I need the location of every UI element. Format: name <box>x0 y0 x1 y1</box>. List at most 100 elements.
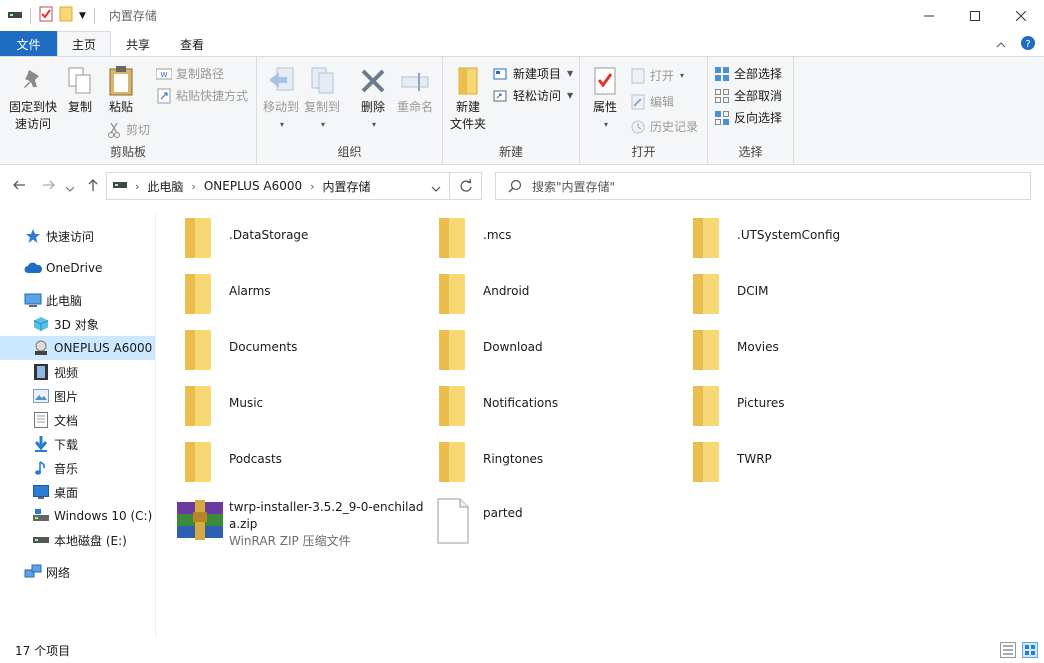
paste-button[interactable]: 粘贴 <box>104 63 138 116</box>
new-item-button[interactable]: 新建项目 ▼ <box>493 65 573 82</box>
easy-access-icon <box>493 88 509 104</box>
breadcrumb-internal-storage[interactable]: 内置存储 <box>323 178 371 195</box>
select-all-button[interactable]: 全部选择 <box>714 65 782 82</box>
close-icon <box>1016 10 1026 21</box>
sidebar-item-quick-access[interactable]: 快速访问 <box>0 224 155 248</box>
rename-icon <box>399 63 431 99</box>
list-item[interactable]: .UTSystemConfig <box>690 216 840 260</box>
search-input[interactable]: 搜索"内置存储" <box>495 172 1031 200</box>
tab-share[interactable]: 共享 <box>111 31 165 57</box>
svg-text:W: W <box>161 71 168 79</box>
recent-locations-button[interactable] <box>65 180 75 196</box>
list-item[interactable]: Movies <box>690 328 779 372</box>
folder-icon <box>185 386 211 426</box>
copy-button[interactable]: 复制 <box>63 63 97 116</box>
drive-icon[interactable] <box>8 9 22 23</box>
open-button[interactable]: 打开 ▾ <box>630 67 684 84</box>
copy-to-button[interactable]: 复制到 ▾ <box>302 63 342 133</box>
cut-button[interactable]: 剪切 <box>106 121 150 138</box>
sidebar-item-onedrive[interactable]: OneDrive <box>0 256 155 280</box>
item-count: 17 个项目 <box>15 644 71 658</box>
pin-quick-access-button[interactable]: 固定到快 速访问 <box>6 63 60 133</box>
help-icon[interactable]: ? <box>1020 35 1036 54</box>
address-dropdown-button[interactable] <box>431 182 441 196</box>
maximize-button[interactable] <box>952 0 998 31</box>
list-item[interactable]: .DataStorage <box>182 216 308 260</box>
sidebar-item-documents[interactable]: 文档 <box>0 408 155 432</box>
forward-button[interactable] <box>42 178 56 196</box>
sidebar-item-drive-c[interactable]: Windows 10 (C:) <box>0 504 155 528</box>
close-button[interactable] <box>998 0 1044 31</box>
sidebar-item-network[interactable]: 网络 <box>0 560 155 584</box>
address-bar[interactable]: › 此电脑 › ONEPLUS A6000 › 内置存储 <box>106 172 450 200</box>
history-button[interactable]: 历史记录 <box>630 118 698 135</box>
properties-icon[interactable] <box>39 6 53 25</box>
breadcrumb-device[interactable]: ONEPLUS A6000 <box>204 179 302 193</box>
folder-icon <box>185 442 211 482</box>
sidebar-item-downloads[interactable]: 下载 <box>0 432 155 456</box>
sidebar-item-drive-e[interactable]: 本地磁盘 (E:) <box>0 528 155 552</box>
large-icons-view-button[interactable] <box>1022 642 1038 661</box>
list-item[interactable]: parted <box>436 498 523 544</box>
quick-access-toolbar: ▼ 内置存储 <box>0 0 157 31</box>
sidebar-item-music[interactable]: 音乐 <box>0 456 155 480</box>
customize-dropdown-icon[interactable]: ▼ <box>79 11 86 21</box>
list-item[interactable]: Music <box>182 384 263 428</box>
copy-path-icon: W <box>156 66 172 82</box>
list-item[interactable]: Podcasts <box>182 440 282 484</box>
collapse-ribbon-icon[interactable] <box>996 38 1006 52</box>
invert-selection-button[interactable]: 反向选择 <box>714 109 782 126</box>
new-folder-button[interactable]: 新建 文件夹 <box>448 63 488 133</box>
copy-to-icon <box>306 63 338 99</box>
list-item[interactable]: Ringtones <box>436 440 543 484</box>
picture-icon <box>32 387 50 405</box>
list-item[interactable]: Alarms <box>182 272 271 316</box>
list-item[interactable]: Pictures <box>690 384 785 428</box>
chevron-right-icon[interactable]: › <box>310 180 314 193</box>
organize-group: 移动到 ▾ 复制到 ▾ 删除 ▾ 重命名 组织 <box>257 57 443 164</box>
details-view-button[interactable] <box>1000 642 1016 661</box>
sidebar-item-this-pc[interactable]: 此电脑 <box>0 288 155 312</box>
list-item[interactable]: .mcs <box>436 216 511 260</box>
paste-shortcut-button[interactable]: 粘贴快捷方式 <box>156 87 248 104</box>
list-item[interactable]: Download <box>436 328 543 372</box>
new-folder-icon[interactable] <box>59 6 73 25</box>
tab-view[interactable]: 查看 <box>165 31 219 57</box>
refresh-button[interactable] <box>450 172 482 200</box>
up-button[interactable] <box>86 178 100 196</box>
properties-button[interactable]: 属性 ▾ <box>588 63 622 133</box>
select-none-button[interactable]: 全部取消 <box>714 87 782 104</box>
list-item[interactable]: Notifications <box>436 384 558 428</box>
refresh-icon <box>459 179 472 192</box>
back-button[interactable] <box>12 178 26 196</box>
folder-icon <box>439 386 465 426</box>
copy-path-button[interactable]: W 复制路径 <box>156 65 224 82</box>
maximize-icon <box>970 10 980 21</box>
breadcrumb-this-pc[interactable]: 此电脑 <box>147 178 183 195</box>
tab-file[interactable]: 文件 <box>0 31 57 57</box>
easy-access-button[interactable]: 轻松访问 ▼ <box>493 87 573 104</box>
edit-button[interactable]: 编辑 <box>630 93 674 110</box>
list-item[interactable]: Documents <box>182 328 297 372</box>
blank-file-icon <box>437 498 469 544</box>
chevron-right-icon: › <box>135 179 140 193</box>
list-item[interactable]: Android <box>436 272 529 316</box>
sidebar-item-oneplus[interactable]: ONEPLUS A6000 <box>0 336 155 360</box>
desktop-icon <box>32 483 50 501</box>
list-item[interactable]: DCIM <box>690 272 769 316</box>
svg-text:?: ? <box>1025 39 1030 50</box>
sidebar-item-videos[interactable]: 视频 <box>0 360 155 384</box>
sidebar-item-pictures[interactable]: 图片 <box>0 384 155 408</box>
list-item[interactable]: twrp-installer-3.5.2_9-0-enchilad a.zip … <box>175 498 424 550</box>
tab-home[interactable]: 主页 <box>57 31 111 57</box>
sidebar-item-desktop[interactable]: 桌面 <box>0 480 155 504</box>
folder-icon <box>693 386 719 426</box>
device-icon <box>32 339 50 357</box>
rename-button[interactable]: 重命名 <box>395 63 435 116</box>
sidebar-item-3d-objects[interactable]: 3D 对象 <box>0 312 155 336</box>
list-item[interactable]: TWRP <box>690 440 772 484</box>
move-to-button[interactable]: 移动到 ▾ <box>261 63 301 133</box>
delete-button[interactable]: 删除 ▾ <box>357 63 389 133</box>
minimize-button[interactable] <box>906 0 952 31</box>
chevron-right-icon[interactable]: › <box>191 180 195 193</box>
